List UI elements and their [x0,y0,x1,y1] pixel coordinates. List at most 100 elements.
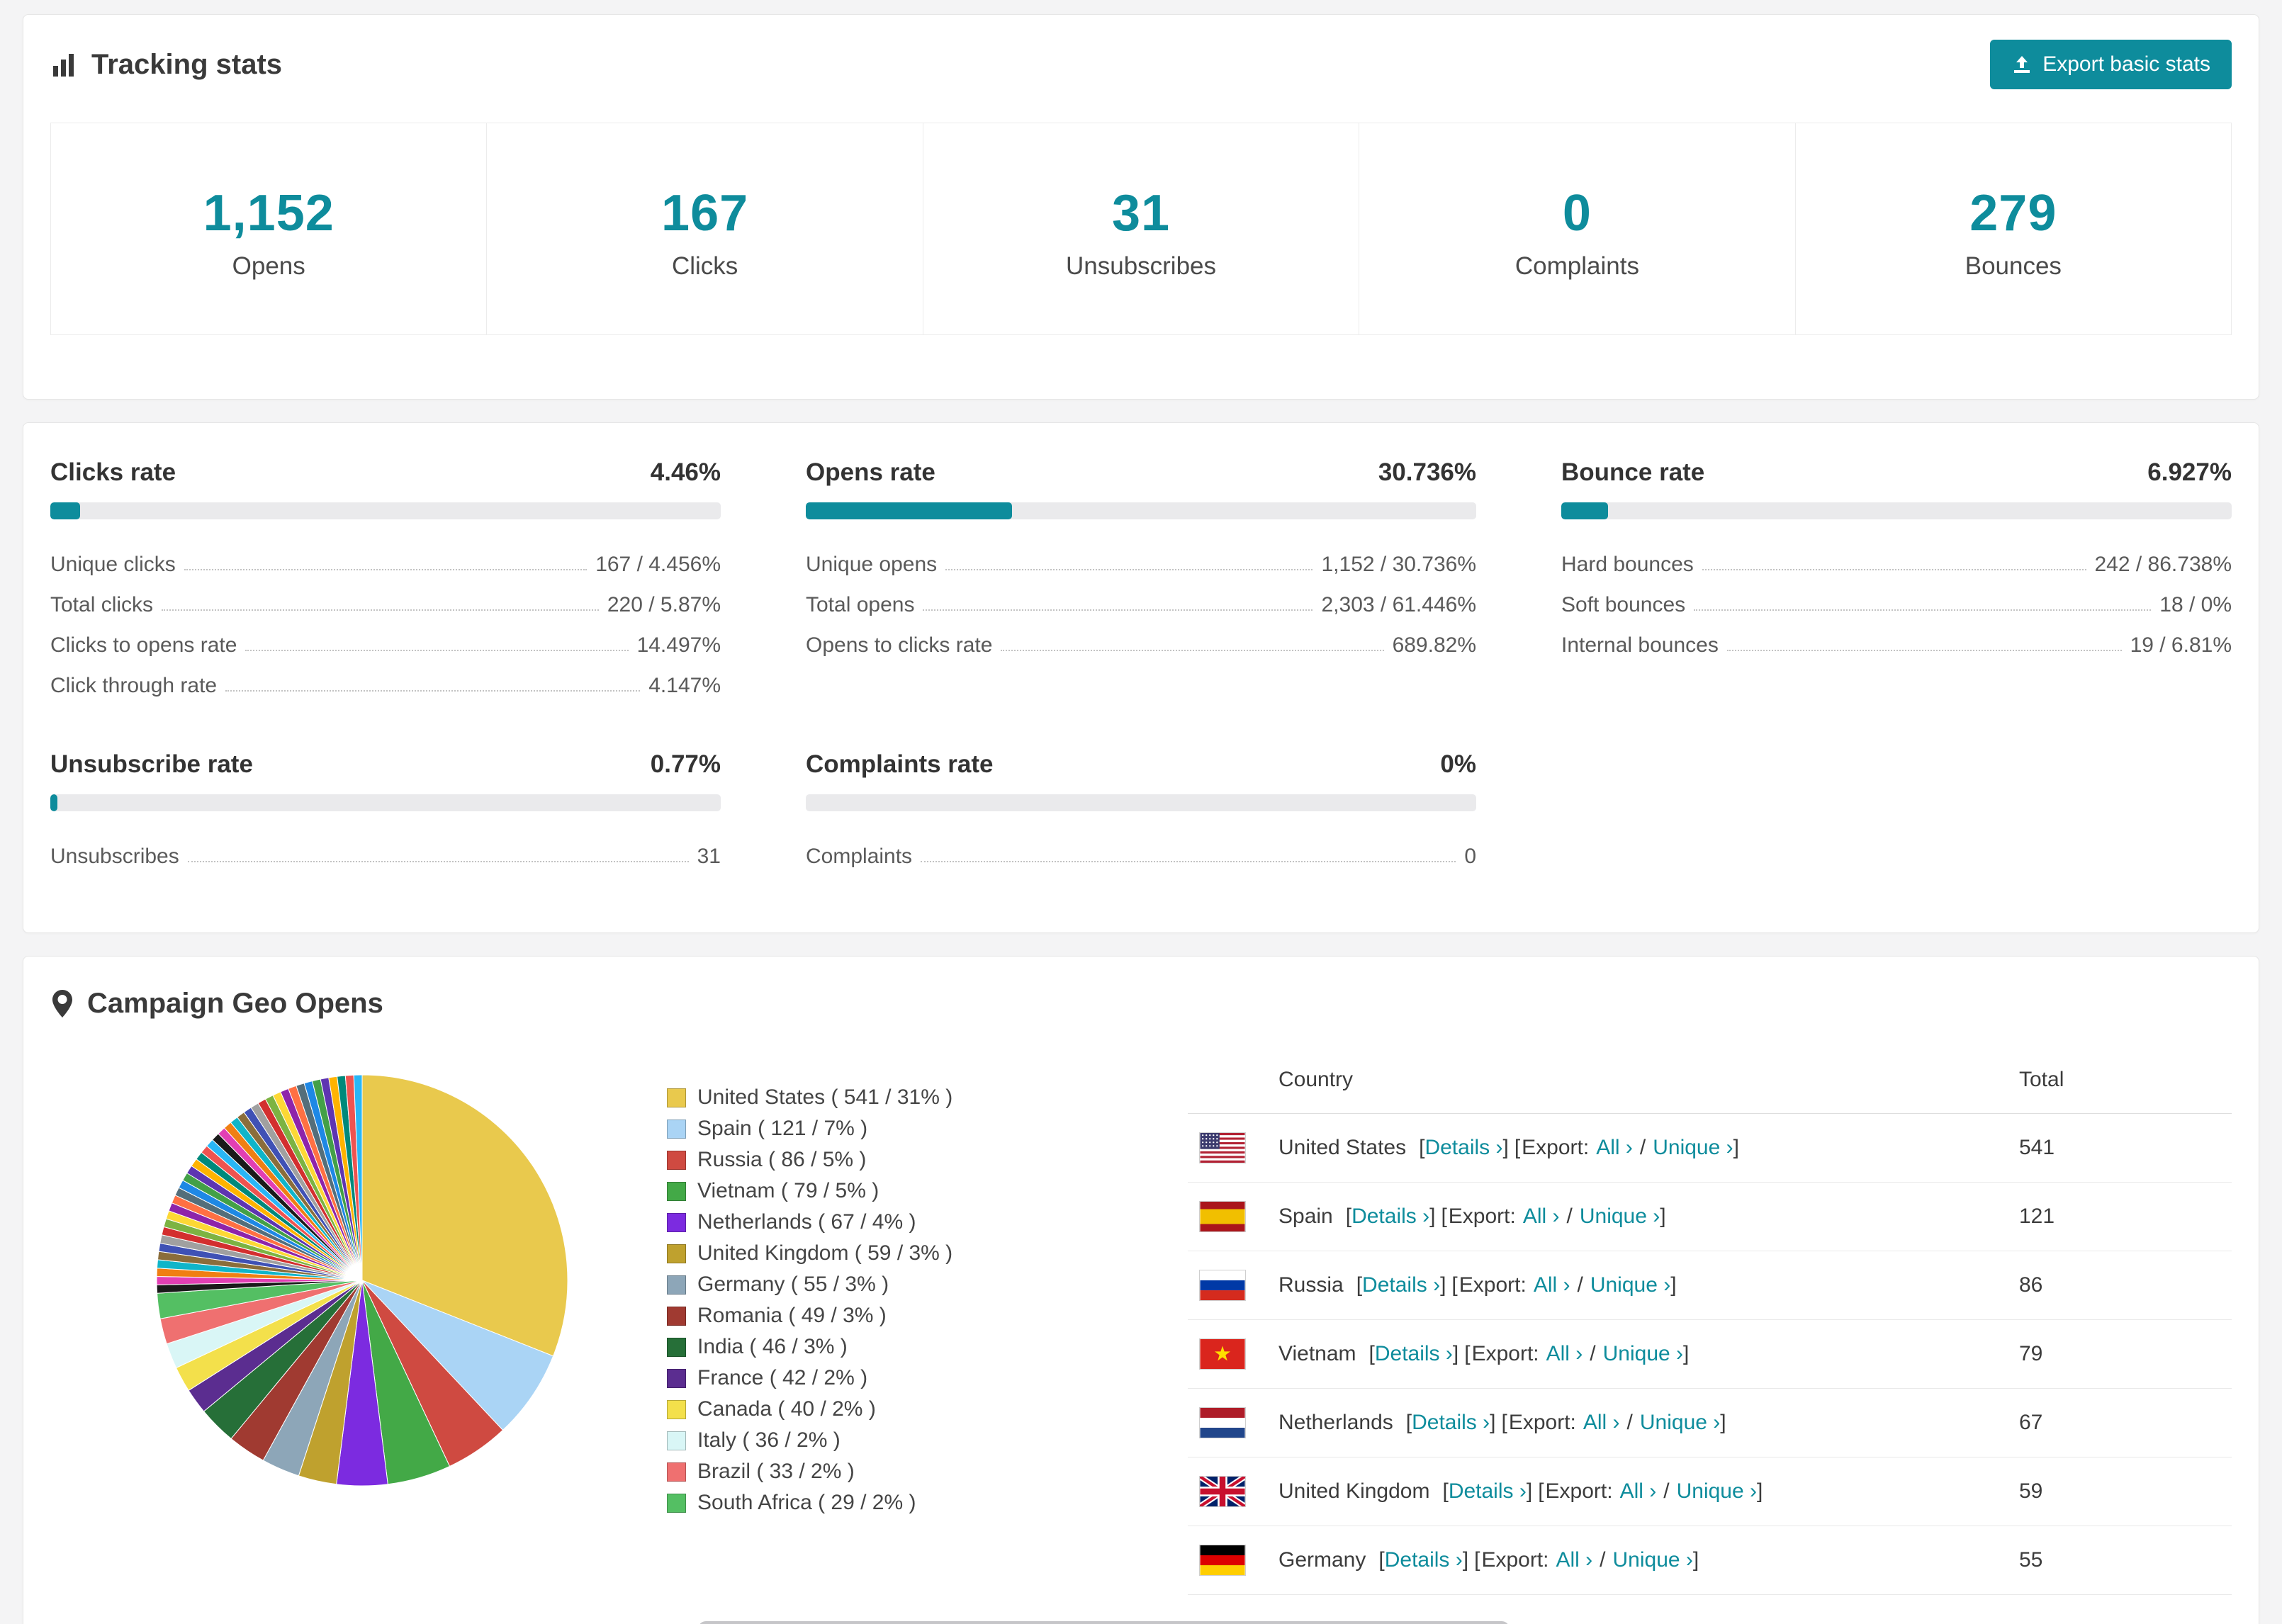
stat-box-complaints: 0 Complaints [1359,123,1796,335]
stat-row-value: 1,152 / 30.736% [1321,553,1476,576]
export-unique-link[interactable]: Unique › [1613,1548,1693,1572]
export-label: Export: [1458,1273,1527,1297]
legend-label: France ( 42 / 2% ) [697,1366,868,1389]
geo-content: United States ( 541 / 31% ) Spain ( 121 … [50,1038,2232,1595]
details-link[interactable]: Details › [1385,1548,1463,1572]
separator: / [1663,1479,1670,1503]
stat-row: Internal bounces 19 / 6.81% [1561,617,2232,658]
legend-label: Romania ( 49 / 3% ) [697,1304,887,1327]
dotted-leader [945,569,1313,570]
export-all-link[interactable]: All › [1523,1205,1560,1228]
export-unique-link[interactable]: Unique › [1640,1411,1720,1434]
separator: / [1626,1411,1633,1434]
legend-item: Russia ( 86 / 5% ) [667,1144,1188,1175]
country-name: Netherlands [1278,1411,1393,1434]
rate-percent: 30.736% [1378,458,1476,486]
stat-box-clicks: 167 Clicks [486,123,923,335]
export-all-link[interactable]: All › [1596,1136,1633,1159]
legend-label: South Africa ( 29 / 2% ) [697,1491,916,1514]
details-link[interactable]: Details › [1424,1136,1502,1159]
stat-row: Total clicks 220 / 5.87% [50,577,721,617]
legend-swatch [667,1306,686,1326]
legend-swatch [667,1212,686,1232]
progress-bar-fill [1561,502,1608,519]
country-name: Russia [1278,1273,1344,1297]
rate-panel-opens: Opens rate 30.736% Unique opens 1,152 / 3… [806,458,1476,698]
legend-swatch [667,1337,686,1357]
bar-chart-icon [50,50,79,79]
legend-swatch [667,1368,686,1388]
stat-row-value: 2,303 / 61.446% [1321,593,1476,616]
stat-label: Complaints [1514,252,1639,280]
rate-title: Clicks rate [50,458,176,486]
bracket: ] [1692,1548,1699,1572]
stat-box-opens: 1,152 Opens [50,123,488,335]
progress-bar [806,794,1476,811]
export-all-link[interactable]: All › [1583,1411,1620,1434]
bracket: [ [1451,1273,1458,1297]
country-name: Germany [1278,1548,1366,1572]
tracking-stats-header: Tracking stats Export basic stats [50,39,2232,90]
bracket: [ [1464,1342,1471,1365]
details-link[interactable]: Details › [1375,1342,1453,1365]
rate-percent: 6.927% [2147,458,2232,486]
table-row-united-states: United States [Details ›] [Export: All › / Un… [1188,1114,2232,1183]
dotted-leader [921,861,1456,862]
stat-row: Click through rate 4.147% [50,658,721,698]
export-all-link[interactable]: All › [1556,1548,1592,1572]
rate-panel-unsubscribe: Unsubscribe rate 0.77% Unsubscribes 31 [50,750,721,869]
details-link[interactable]: Details › [1449,1479,1527,1503]
bracket: [ [1368,1342,1375,1365]
total-header: Total [2019,1068,2064,1091]
details-link[interactable]: Details › [1362,1273,1440,1297]
stat-row-label: Internal bounces [1561,633,1719,657]
bracket: [ [1514,1136,1521,1159]
stat-row-label: Total clicks [50,593,154,616]
export-unique-link[interactable]: Unique › [1677,1479,1757,1503]
table-row-germany: Germany [Details ›] [Export: All › / Unique ›… [1188,1526,2232,1595]
export-all-link[interactable]: All › [1620,1479,1657,1503]
legend-swatch [667,1119,686,1139]
progress-bar [50,794,721,811]
rate-percent: 0.77% [650,750,721,778]
bracket: [ [1538,1479,1544,1503]
export-unique-link[interactable]: Unique › [1580,1205,1660,1228]
stat-row: Unique clicks 167 / 4.456% [50,536,721,577]
progress-bar [50,502,721,519]
dotted-leader [245,650,629,651]
legend-label: Italy ( 36 / 2% ) [697,1428,841,1452]
legend-item: United Kingdom ( 59 / 3% ) [667,1238,1188,1269]
legend-item: France ( 42 / 2% ) [667,1363,1188,1394]
export-unique-link[interactable]: Unique › [1590,1273,1670,1297]
legend-swatch [667,1244,686,1263]
stat-value: 1,152 [203,185,335,242]
progress-bar [806,502,1476,519]
bracket: ] [1440,1273,1446,1297]
legend-swatch [667,1181,686,1201]
map-marker-icon [50,988,74,1020]
dotted-leader [225,690,641,692]
stat-label: Clicks [671,252,738,280]
export-unique-link[interactable]: Unique › [1653,1136,1733,1159]
details-link[interactable]: Details › [1412,1411,1490,1434]
stat-row-label: Hard bounces [1561,553,1694,576]
export-label: Export: [1522,1136,1590,1159]
country-name: United States [1278,1136,1407,1159]
rate-percent: 4.46% [650,458,721,486]
stat-value: 279 [1969,185,2057,242]
export-all-link[interactable]: All › [1534,1273,1570,1297]
horizontal-scrollbar-thumb[interactable] [698,1621,1510,1624]
dotted-leader [1694,609,2152,611]
export-unique-link[interactable]: Unique › [1603,1342,1683,1365]
bracket: [ [1405,1411,1412,1434]
rates-grid: Clicks rate 4.46% Unique clicks 167 / 4.4… [50,458,2232,869]
stat-row: Hard bounces 242 / 86.738% [1561,536,2232,577]
rate-title: Bounce rate [1561,458,1705,486]
legend-swatch [667,1462,686,1482]
separator: / [1639,1136,1646,1159]
export-basic-stats-button[interactable]: Export basic stats [1990,40,2232,89]
stat-row: Opens to clicks rate 689.82% [806,617,1476,658]
details-link[interactable]: Details › [1351,1205,1429,1228]
export-all-link[interactable]: All › [1546,1342,1583,1365]
legend-label: Russia ( 86 / 5% ) [697,1148,867,1171]
